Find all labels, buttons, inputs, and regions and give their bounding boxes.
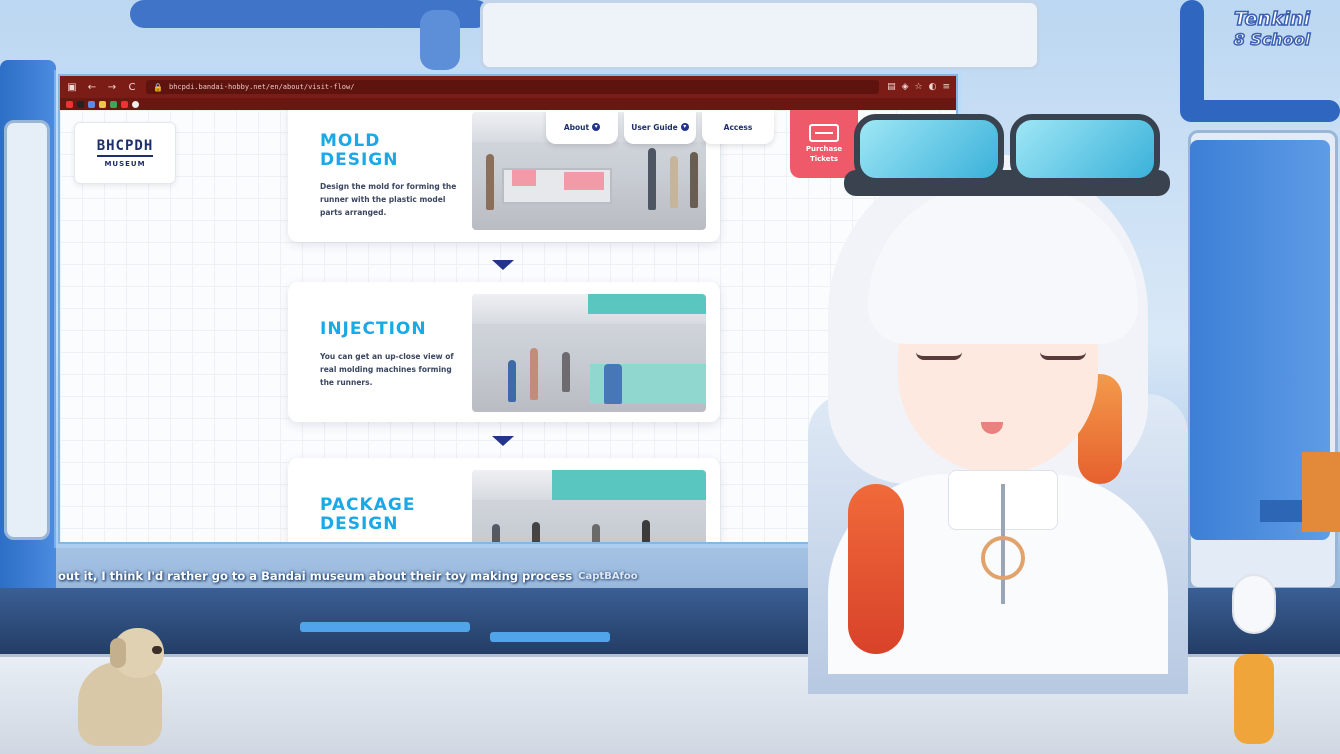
chevron-down-icon: ▾ (680, 123, 689, 131)
mascot-figure (1226, 574, 1282, 752)
url-text: bhcpdi.bandai-hobby.net/en/about/visit-f… (169, 83, 355, 91)
desk-light-stripe (300, 622, 470, 632)
step-title: MOLD DESIGN (320, 131, 399, 170)
stream-logo: Tenkini 8 School (1210, 7, 1334, 74)
step-title: INJECTION (320, 319, 427, 339)
lock-icon: 🔒 (153, 82, 163, 92)
museum-logo[interactable]: BHCPDH MUSEUM (74, 122, 176, 184)
left-wall-panel (4, 120, 50, 540)
goggle-lens (854, 114, 1004, 184)
orange-box (1302, 452, 1340, 532)
vtuber-avatar (748, 94, 1228, 694)
nav-tab-user-guide[interactable]: User Guide ▾ (624, 110, 696, 144)
logo-subtitle: MUSEUM (104, 160, 146, 168)
step-photo-package-design (472, 470, 706, 542)
step-description: You can get an up-close view of real mol… (320, 352, 454, 387)
goggles (844, 100, 1170, 210)
nav-tab-about[interactable]: About ▾ (546, 110, 618, 144)
step-card-package-design: PACKAGE DESIGN (288, 458, 720, 542)
bookmark-icon[interactable] (121, 100, 128, 108)
reader-icon[interactable]: ▤ (887, 82, 896, 92)
stream-logo-line-1: Tenkini (1233, 7, 1311, 31)
bookmark-icon[interactable] (99, 100, 106, 108)
toolbar-actions: ▤ ◈ ☆ ◐ ≡ (887, 82, 950, 92)
step-title: PACKAGE DESIGN (320, 495, 416, 534)
chevron-down-icon: ▾ (592, 123, 601, 131)
reload-button[interactable]: C (126, 82, 138, 93)
step-photo-injection (472, 294, 706, 412)
avatar-eye (1040, 352, 1086, 360)
goggle-lens (1010, 114, 1160, 184)
bookmark-icon[interactable] (77, 100, 84, 108)
back-button[interactable]: ← (86, 82, 98, 93)
shield-icon[interactable]: ◈ (902, 82, 909, 92)
dog-figure (60, 628, 172, 748)
bookmark-icon[interactable] (110, 100, 117, 108)
back-wall-panel (480, 0, 1040, 70)
bookmark-icon[interactable] (132, 100, 139, 108)
flow-arrow-icon (492, 436, 514, 446)
menu-icon[interactable]: ≡ (942, 82, 950, 92)
step-card-injection: INJECTION You can get an up-close view o… (288, 282, 720, 422)
chat-next-user: CaptBAfoo (578, 570, 638, 582)
step-description: Design the mold for forming the runner w… (320, 182, 457, 217)
avatar-eye (916, 352, 962, 360)
star-icon[interactable]: ☆ (915, 82, 923, 92)
avatar-braid (848, 484, 904, 654)
forward-button[interactable]: → (106, 82, 118, 93)
desk-light-stripe (490, 632, 610, 642)
logo-mark: BHCPDH (96, 138, 154, 157)
avatar-ring (981, 536, 1025, 580)
ceiling-pipe (420, 10, 460, 70)
stream-logo-line-2: 8 School (1233, 29, 1311, 50)
extensions-icon[interactable]: ◐ (929, 82, 937, 92)
flow-arrow-icon (492, 260, 514, 270)
address-bar[interactable]: 🔒 bhcpdi.bandai-hobby.net/en/about/visit… (146, 80, 880, 94)
site-nav: About ▾ User Guide ▾ Access (546, 110, 774, 144)
bookmark-icon[interactable] (66, 100, 73, 108)
chat-message: out it, I think I'd rather go to a Banda… (58, 569, 573, 583)
bookmark-icon[interactable] (88, 100, 95, 108)
sidebar-toggle-icon[interactable]: ▣ (66, 82, 78, 93)
